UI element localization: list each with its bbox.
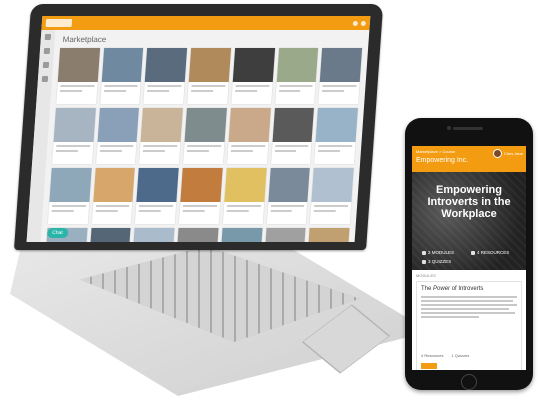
- course-card[interactable]: [87, 228, 131, 242]
- phone-app-header: Marketplace > Course Empowering Inc. Chr…: [412, 146, 526, 172]
- course-thumbnail: [53, 108, 96, 142]
- course-card[interactable]: [318, 48, 363, 104]
- breadcrumb[interactable]: Marketplace > Course: [416, 149, 455, 154]
- module-description: [421, 296, 517, 318]
- course-thumbnail: [263, 228, 306, 242]
- laptop-base: [10, 226, 430, 396]
- course-card[interactable]: [178, 168, 223, 224]
- course-thumbnail: [315, 108, 358, 142]
- course-thumbnail: [180, 168, 223, 202]
- course-thumbnail: [176, 228, 219, 242]
- course-card[interactable]: [231, 48, 275, 104]
- device-mockup: Marketplace Chat Marketplace > Course Em…: [0, 0, 540, 409]
- stat-resources: 4 RESOURCES: [471, 250, 520, 255]
- phone-speaker: [453, 127, 483, 130]
- course-card[interactable]: [187, 48, 231, 104]
- course-thumbnail: [267, 168, 311, 202]
- course-thumbnail: [93, 168, 136, 202]
- course-thumbnail: [311, 168, 354, 202]
- stat-modules: 2 MODULES: [422, 250, 471, 255]
- user-name: Chris Jane: [503, 151, 523, 156]
- course-thumbnail: [188, 48, 231, 82]
- laptop-lid: Marketplace Chat: [14, 4, 384, 250]
- course-thumbnail: [220, 228, 263, 242]
- course-hero: Empowering Introverts in the Workplace 2…: [412, 172, 526, 270]
- course-card[interactable]: [174, 228, 219, 242]
- notification-icon[interactable]: [352, 20, 359, 26]
- course-grid: [43, 48, 363, 242]
- course-thumbnail: [224, 168, 267, 202]
- course-card[interactable]: [266, 168, 311, 224]
- course-thumbnail: [276, 48, 319, 82]
- course-card[interactable]: [139, 108, 184, 164]
- course-card[interactable]: [91, 168, 136, 224]
- laptop-main: Marketplace Chat: [41, 30, 370, 242]
- course-thumbnail: [228, 108, 271, 142]
- course-card[interactable]: [226, 108, 271, 164]
- laptop-app-header: [41, 16, 371, 30]
- course-thumbnail: [307, 228, 350, 242]
- course-thumbnail: [132, 228, 175, 242]
- laptop-screen: Marketplace Chat: [26, 16, 371, 242]
- course-thumbnail: [136, 168, 179, 202]
- course-card[interactable]: [52, 108, 96, 164]
- course-card[interactable]: [310, 168, 354, 224]
- course-thumbnail: [97, 108, 140, 142]
- course-card[interactable]: [143, 48, 188, 104]
- courses-icon[interactable]: [43, 48, 51, 54]
- course-thumbnail: [57, 48, 100, 82]
- book-icon: [471, 250, 475, 255]
- avatar: [492, 149, 502, 158]
- course-thumbnail: [272, 108, 315, 142]
- user-avatar-icon[interactable]: [360, 20, 367, 26]
- course-card[interactable]: [95, 108, 140, 164]
- course-thumbnail: [49, 168, 92, 202]
- course-card[interactable]: [262, 228, 306, 242]
- phone-screen: Marketplace > Course Empowering Inc. Chr…: [412, 146, 526, 370]
- course-card[interactable]: [47, 168, 92, 224]
- course-card[interactable]: [222, 168, 267, 224]
- module-resources: 4 Resources: [421, 353, 444, 358]
- course-thumbnail: [140, 108, 184, 142]
- module-card[interactable]: The Power of Introverts 4 Resources 1 Qu…: [416, 281, 522, 370]
- course-thumbnail: [184, 108, 227, 142]
- course-thumbnail: [145, 48, 188, 82]
- course-title: Empowering Introverts in the Workplace: [427, 184, 511, 220]
- course-thumbnail: [232, 48, 275, 82]
- module-title: The Power of Introverts: [421, 286, 484, 292]
- home-icon[interactable]: [44, 34, 52, 40]
- phone-home-button[interactable]: [461, 374, 477, 390]
- course-card[interactable]: [56, 48, 100, 104]
- module-start-button[interactable]: [421, 363, 437, 369]
- app-title: Empowering Inc.: [416, 157, 469, 164]
- stat-quizzes: 3 QUIZZES: [422, 259, 471, 264]
- users-icon[interactable]: [42, 62, 50, 68]
- course-thumbnail: [320, 48, 363, 82]
- modules-section: MODULES The Power of Introverts 4 Resour…: [412, 270, 526, 370]
- course-card[interactable]: [274, 48, 319, 104]
- modules-label: MODULES: [416, 273, 436, 278]
- course-thumbnail: [101, 48, 144, 82]
- quiz-icon: [422, 259, 426, 264]
- marketplace-title: Marketplace: [62, 35, 107, 44]
- course-card[interactable]: [305, 228, 350, 242]
- module-quizzes: 1 Quizzes: [451, 353, 470, 358]
- phone-camera: [447, 126, 451, 130]
- course-card[interactable]: [99, 48, 144, 104]
- laptop-brand-logo[interactable]: [45, 19, 73, 27]
- course-card[interactable]: [131, 228, 175, 242]
- course-card[interactable]: [314, 108, 358, 164]
- course-card[interactable]: [183, 108, 227, 164]
- course-card[interactable]: [135, 168, 179, 224]
- course-stats: 2 MODULES 4 RESOURCES 3 QUIZZES: [422, 250, 520, 264]
- folder-icon: [422, 250, 426, 255]
- course-thumbnail: [88, 228, 131, 242]
- phone: Marketplace > Course Empowering Inc. Chr…: [405, 118, 533, 390]
- chat-button[interactable]: Chat: [46, 228, 69, 238]
- course-card[interactable]: [218, 228, 263, 242]
- module-stats: 4 Resources 1 Quizzes: [421, 353, 469, 358]
- user-menu[interactable]: Chris Jane: [492, 149, 523, 158]
- settings-icon[interactable]: [41, 76, 49, 82]
- course-card[interactable]: [270, 108, 315, 164]
